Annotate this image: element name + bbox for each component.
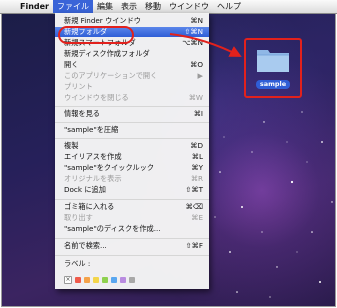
shortcut-label: ⌘W: [188, 93, 203, 102]
shortcut-label: ⌘D: [190, 141, 203, 150]
menu-item-label: Dock に追加: [64, 185, 106, 194]
menu-item-label: 情報を見る: [64, 109, 100, 118]
menu-item-label: 開く: [64, 60, 79, 69]
shortcut-label: ⌘E: [191, 213, 203, 222]
menu-item-find-by-name[interactable]: 名前で検索... ⇧⌘F: [55, 241, 209, 251]
shortcut-label: ⇧⌘N: [184, 27, 203, 36]
shortcut-label: ⇧⌘T: [185, 185, 203, 194]
menu-separator: [55, 138, 209, 139]
menu-item-label: "sample"をクイックルック: [64, 163, 155, 172]
label-gray-swatch[interactable]: [129, 277, 135, 283]
shortcut-label: ⌘N: [190, 16, 203, 25]
menu-item-label: プリント: [64, 82, 93, 91]
menu-item-label: ラベル :: [64, 259, 91, 268]
folder-icon: [257, 50, 289, 72]
label-blue-swatch[interactable]: [111, 277, 117, 283]
menu-item-label: 新規 Finder ウインドウ: [64, 16, 141, 25]
menu-separator: [55, 255, 209, 256]
menu-separator: [55, 238, 209, 239]
menu-item-label: ウインドウを閉じる: [64, 93, 129, 102]
menu-file[interactable]: ファイル: [53, 0, 93, 13]
shortcut-label: ⌘Y: [191, 163, 203, 172]
shortcut-label: ⇧⌘F: [185, 241, 203, 250]
menu-help[interactable]: ヘルプ: [213, 0, 245, 13]
menu-item-new-burn-folder[interactable]: 新規ディスク作成フォルダ: [55, 49, 209, 59]
menu-item-close-window[interactable]: ウインドウを閉じる ⌘W: [55, 93, 209, 103]
menu-item-quick-look[interactable]: "sample"をクイックルック ⌘Y: [55, 163, 209, 173]
menu-separator: [55, 106, 209, 107]
shortcut-label: ⌘O: [190, 60, 203, 69]
menu-item-open[interactable]: 開く ⌘O: [55, 60, 209, 70]
menu-view[interactable]: 表示: [117, 0, 141, 13]
menu-item-label: エイリアスを作成: [64, 152, 122, 161]
shortcut-label: ⌥⌘N: [182, 38, 203, 47]
menu-item-label: "sample"のディスクを作成...: [64, 224, 161, 233]
menu-item-add-to-dock[interactable]: Dock に追加 ⇧⌘T: [55, 185, 209, 195]
menu-separator: [55, 122, 209, 123]
menu-item-label: オリジナルを表示: [64, 174, 122, 183]
highlight-ring-annotation: [58, 26, 134, 44]
menu-item-burn-disc[interactable]: "sample"のディスクを作成...: [55, 224, 209, 234]
submenu-arrow-icon: ▶: [197, 71, 203, 80]
menu-item-move-to-trash[interactable]: ゴミ箱に入れる ⌘⌫: [55, 202, 209, 212]
menu-item-label: "sample"を圧縮: [64, 125, 119, 134]
label-purple-swatch[interactable]: [120, 277, 126, 283]
menu-item-get-info[interactable]: 情報を見る ⌘I: [55, 109, 209, 119]
menu-go[interactable]: 移動: [141, 0, 165, 13]
folder-name-label[interactable]: sample: [256, 80, 290, 89]
menu-item-label: ゴミ箱に入れる: [64, 202, 115, 211]
menu-finder[interactable]: Finder: [16, 0, 53, 13]
menu-item-label: 取り出す: [64, 213, 93, 222]
menu-item-label: このアプリケーションで開く: [64, 71, 158, 80]
menu-item-print[interactable]: プリント: [55, 82, 209, 92]
menu-bar: Finder ファイル 編集 表示 移動 ウインドウ ヘルプ: [0, 0, 337, 14]
menu-item-eject[interactable]: 取り出す ⌘E: [55, 213, 209, 223]
shortcut-label: ⌘L: [191, 152, 203, 161]
label-yellow-swatch[interactable]: [93, 277, 99, 283]
menu-item-duplicate[interactable]: 複製 ⌘D: [55, 141, 209, 151]
label-none-icon[interactable]: ×: [64, 276, 72, 284]
label-color-picker: ×: [64, 276, 135, 284]
menu-item-label: 複製: [64, 141, 79, 150]
label-green-swatch[interactable]: [102, 277, 108, 283]
menu-item-label: 新規ディスク作成フォルダ: [64, 49, 150, 58]
menu-edit[interactable]: 編集: [93, 0, 117, 13]
menu-item-open-with[interactable]: このアプリケーションで開く ▶: [55, 71, 209, 81]
label-red-swatch[interactable]: [75, 277, 81, 283]
desktop-folder-sample[interactable]: sample: [244, 38, 302, 98]
menu-item-make-alias[interactable]: エイリアスを作成 ⌘L: [55, 152, 209, 162]
menu-window[interactable]: ウインドウ: [165, 0, 213, 13]
shortcut-label: ⌘R: [190, 174, 203, 183]
menu-item-label-title: ラベル :: [55, 259, 209, 269]
menu-item-show-original[interactable]: オリジナルを表示 ⌘R: [55, 174, 209, 184]
menu-item-new-finder-window[interactable]: 新規 Finder ウインドウ ⌘N: [55, 16, 209, 26]
shortcut-label: ⌘I: [193, 109, 203, 118]
menu-separator: [55, 199, 209, 200]
menu-item-compress[interactable]: "sample"を圧縮: [55, 125, 209, 135]
label-orange-swatch[interactable]: [84, 277, 90, 283]
shortcut-label: ⌘⌫: [185, 202, 203, 211]
menu-item-label: 名前で検索...: [64, 241, 107, 250]
file-menu-dropdown: 新規 Finder ウインドウ ⌘N 新規フォルダ ⇧⌘N 新規スマートフォルダ…: [55, 13, 209, 289]
